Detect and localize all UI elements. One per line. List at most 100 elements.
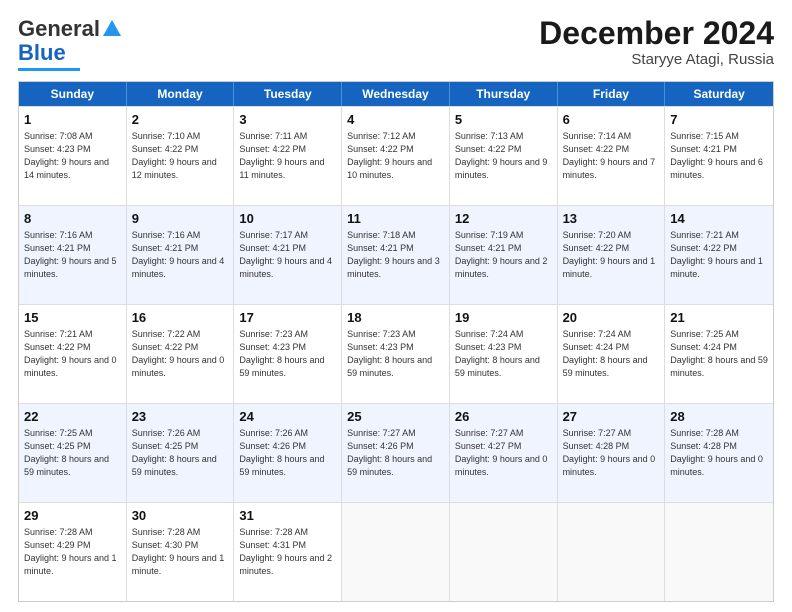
day-num: 26 [455, 408, 552, 426]
cell-18: 18 Sunrise: 7:23 AMSunset: 4:23 PMDaylig… [342, 305, 450, 403]
cell-empty-4 [665, 503, 773, 601]
day-num: 27 [563, 408, 660, 426]
day-num: 16 [132, 309, 229, 327]
cell-info: Sunrise: 7:17 AMSunset: 4:21 PMDaylight:… [239, 229, 336, 281]
cell-info: Sunrise: 7:27 AMSunset: 4:27 PMDaylight:… [455, 427, 552, 479]
cell-1: 1 Sunrise: 7:08 AMSunset: 4:23 PMDayligh… [19, 107, 127, 205]
day-num: 15 [24, 309, 121, 327]
calendar-body: 1 Sunrise: 7:08 AMSunset: 4:23 PMDayligh… [19, 106, 773, 601]
cell-info: Sunrise: 7:27 AMSunset: 4:26 PMDaylight:… [347, 427, 444, 479]
cell-14: 14 Sunrise: 7:21 AMSunset: 4:22 PMDaylig… [665, 206, 773, 304]
title-block: December 2024 Staryye Atagi, Russia [539, 16, 774, 68]
col-friday: Friday [558, 82, 666, 106]
day-num: 20 [563, 309, 660, 327]
cell-info: Sunrise: 7:20 AMSunset: 4:22 PMDaylight:… [563, 229, 660, 281]
day-num: 9 [132, 210, 229, 228]
col-sunday: Sunday [19, 82, 127, 106]
cell-info: Sunrise: 7:12 AMSunset: 4:22 PMDaylight:… [347, 130, 444, 182]
day-num: 3 [239, 111, 336, 129]
day-num: 1 [24, 111, 121, 129]
page-title: December 2024 [539, 16, 774, 51]
day-num: 10 [239, 210, 336, 228]
day-num: 28 [670, 408, 768, 426]
week-4: 22 Sunrise: 7:25 AMSunset: 4:25 PMDaylig… [19, 403, 773, 502]
cell-info: Sunrise: 7:25 AMSunset: 4:25 PMDaylight:… [24, 427, 121, 479]
day-num: 19 [455, 309, 552, 327]
day-num: 12 [455, 210, 552, 228]
cell-25: 25 Sunrise: 7:27 AMSunset: 4:26 PMDaylig… [342, 404, 450, 502]
cell-info: Sunrise: 7:15 AMSunset: 4:21 PMDaylight:… [670, 130, 768, 182]
day-num: 31 [239, 507, 336, 525]
cell-empty-2 [450, 503, 558, 601]
day-num: 24 [239, 408, 336, 426]
page-subtitle: Staryye Atagi, Russia [539, 51, 774, 68]
cell-15: 15 Sunrise: 7:21 AMSunset: 4:22 PMDaylig… [19, 305, 127, 403]
cell-6: 6 Sunrise: 7:14 AMSunset: 4:22 PMDayligh… [558, 107, 666, 205]
cell-info: Sunrise: 7:28 AMSunset: 4:29 PMDaylight:… [24, 526, 121, 578]
cell-info: Sunrise: 7:25 AMSunset: 4:24 PMDaylight:… [670, 328, 768, 380]
day-num: 17 [239, 309, 336, 327]
day-num: 7 [670, 111, 768, 129]
cell-info: Sunrise: 7:19 AMSunset: 4:21 PMDaylight:… [455, 229, 552, 281]
cell-info: Sunrise: 7:28 AMSunset: 4:28 PMDaylight:… [670, 427, 768, 479]
cell-info: Sunrise: 7:26 AMSunset: 4:25 PMDaylight:… [132, 427, 229, 479]
day-num: 11 [347, 210, 444, 228]
logo-underline [18, 68, 80, 71]
cell-info: Sunrise: 7:08 AMSunset: 4:23 PMDaylight:… [24, 130, 121, 182]
col-monday: Monday [127, 82, 235, 106]
col-tuesday: Tuesday [234, 82, 342, 106]
cell-info: Sunrise: 7:28 AMSunset: 4:30 PMDaylight:… [132, 526, 229, 578]
cell-info: Sunrise: 7:22 AMSunset: 4:22 PMDaylight:… [132, 328, 229, 380]
calendar-header: Sunday Monday Tuesday Wednesday Thursday… [19, 82, 773, 106]
cell-28: 28 Sunrise: 7:28 AMSunset: 4:28 PMDaylig… [665, 404, 773, 502]
page: General Blue December 2024 Staryye Atagi… [0, 0, 792, 612]
cell-7: 7 Sunrise: 7:15 AMSunset: 4:21 PMDayligh… [665, 107, 773, 205]
day-num: 8 [24, 210, 121, 228]
cell-17: 17 Sunrise: 7:23 AMSunset: 4:23 PMDaylig… [234, 305, 342, 403]
week-5: 29 Sunrise: 7:28 AMSunset: 4:29 PMDaylig… [19, 502, 773, 601]
cell-info: Sunrise: 7:23 AMSunset: 4:23 PMDaylight:… [347, 328, 444, 380]
col-wednesday: Wednesday [342, 82, 450, 106]
cell-8: 8 Sunrise: 7:16 AMSunset: 4:21 PMDayligh… [19, 206, 127, 304]
cell-info: Sunrise: 7:14 AMSunset: 4:22 PMDaylight:… [563, 130, 660, 182]
col-thursday: Thursday [450, 82, 558, 106]
cell-29: 29 Sunrise: 7:28 AMSunset: 4:29 PMDaylig… [19, 503, 127, 601]
col-saturday: Saturday [665, 82, 773, 106]
cell-info: Sunrise: 7:24 AMSunset: 4:23 PMDaylight:… [455, 328, 552, 380]
day-num: 18 [347, 309, 444, 327]
cell-31: 31 Sunrise: 7:28 AMSunset: 4:31 PMDaylig… [234, 503, 342, 601]
cell-27: 27 Sunrise: 7:27 AMSunset: 4:28 PMDaylig… [558, 404, 666, 502]
cell-info: Sunrise: 7:23 AMSunset: 4:23 PMDaylight:… [239, 328, 336, 380]
day-num: 22 [24, 408, 121, 426]
logo-general: General [18, 16, 100, 42]
cell-info: Sunrise: 7:28 AMSunset: 4:31 PMDaylight:… [239, 526, 336, 578]
week-3: 15 Sunrise: 7:21 AMSunset: 4:22 PMDaylig… [19, 304, 773, 403]
cell-16: 16 Sunrise: 7:22 AMSunset: 4:22 PMDaylig… [127, 305, 235, 403]
day-num: 25 [347, 408, 444, 426]
cell-info: Sunrise: 7:26 AMSunset: 4:26 PMDaylight:… [239, 427, 336, 479]
day-num: 21 [670, 309, 768, 327]
logo-icon [101, 18, 123, 40]
cell-22: 22 Sunrise: 7:25 AMSunset: 4:25 PMDaylig… [19, 404, 127, 502]
day-num: 5 [455, 111, 552, 129]
cell-info: Sunrise: 7:16 AMSunset: 4:21 PMDaylight:… [132, 229, 229, 281]
cell-23: 23 Sunrise: 7:26 AMSunset: 4:25 PMDaylig… [127, 404, 235, 502]
cell-info: Sunrise: 7:16 AMSunset: 4:21 PMDaylight:… [24, 229, 121, 281]
day-num: 2 [132, 111, 229, 129]
day-num: 29 [24, 507, 121, 525]
day-num: 13 [563, 210, 660, 228]
logo-blue: Blue [18, 40, 66, 66]
day-num: 14 [670, 210, 768, 228]
day-num: 30 [132, 507, 229, 525]
cell-info: Sunrise: 7:11 AMSunset: 4:22 PMDaylight:… [239, 130, 336, 182]
cell-info: Sunrise: 7:13 AMSunset: 4:22 PMDaylight:… [455, 130, 552, 182]
cell-info: Sunrise: 7:18 AMSunset: 4:21 PMDaylight:… [347, 229, 444, 281]
cell-13: 13 Sunrise: 7:20 AMSunset: 4:22 PMDaylig… [558, 206, 666, 304]
cell-12: 12 Sunrise: 7:19 AMSunset: 4:21 PMDaylig… [450, 206, 558, 304]
cell-11: 11 Sunrise: 7:18 AMSunset: 4:21 PMDaylig… [342, 206, 450, 304]
day-num: 4 [347, 111, 444, 129]
cell-5: 5 Sunrise: 7:13 AMSunset: 4:22 PMDayligh… [450, 107, 558, 205]
header: General Blue December 2024 Staryye Atagi… [18, 16, 774, 71]
cell-info: Sunrise: 7:21 AMSunset: 4:22 PMDaylight:… [670, 229, 768, 281]
cell-4: 4 Sunrise: 7:12 AMSunset: 4:22 PMDayligh… [342, 107, 450, 205]
